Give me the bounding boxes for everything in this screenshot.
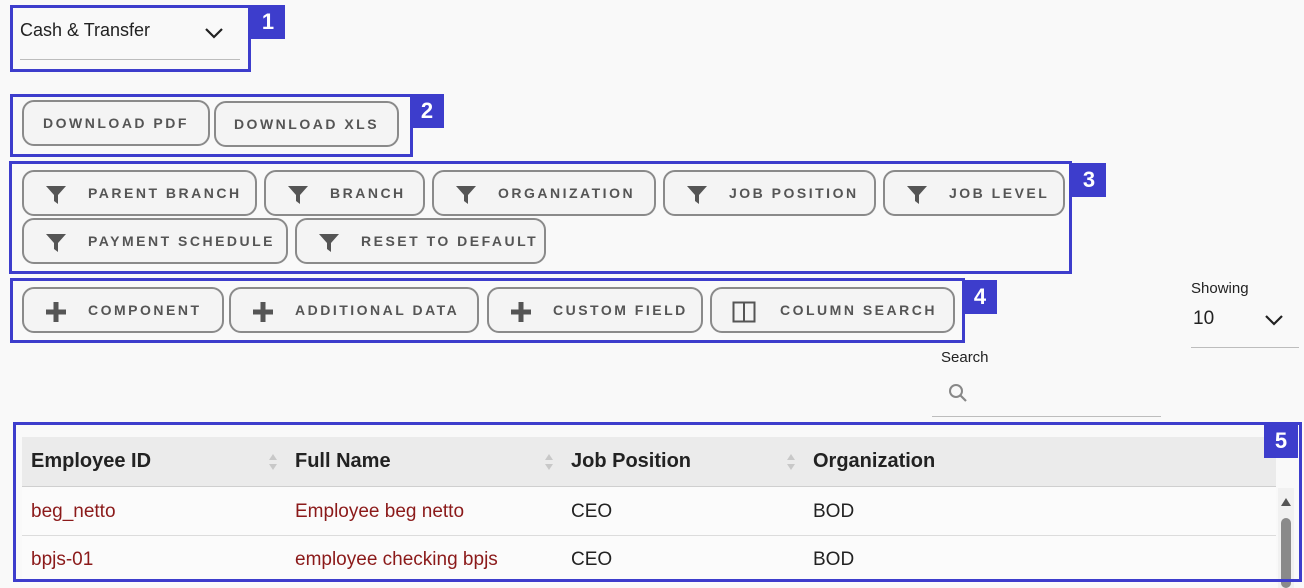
filter-icon bbox=[46, 234, 66, 252]
payroll-type-select[interactable]: Cash & Transfer bbox=[20, 18, 240, 60]
showing-label: Showing bbox=[1191, 280, 1249, 297]
annotation-badge-3: 3 bbox=[1072, 163, 1106, 197]
page-size-select[interactable]: 10 bbox=[1191, 300, 1299, 348]
filter-icon bbox=[907, 186, 927, 204]
payroll-type-value: Cash & Transfer bbox=[20, 20, 151, 40]
search-icon bbox=[949, 384, 967, 402]
plus-icon bbox=[253, 302, 273, 322]
filter-parent-branch-label: PARENT BRANCH bbox=[88, 185, 242, 201]
search-input[interactable] bbox=[976, 380, 1155, 408]
annotation-box-5 bbox=[13, 422, 1302, 582]
filter-payment-schedule-label: PAYMENT SCHEDULE bbox=[88, 233, 276, 249]
download-pdf-button[interactable]: DOWNLOAD PDF bbox=[22, 100, 210, 146]
search-underline bbox=[932, 416, 1161, 417]
additional-data-label: ADDITIONAL DATA bbox=[295, 302, 460, 318]
column-search-button[interactable]: COLUMN SEARCH bbox=[710, 287, 955, 333]
filter-job-position-button[interactable]: JOB POSITION bbox=[663, 170, 876, 216]
search-label: Search bbox=[941, 349, 989, 366]
filter-organization-label: ORGANIZATION bbox=[498, 185, 636, 201]
component-label: COMPONENT bbox=[88, 302, 202, 318]
select-underline bbox=[20, 59, 240, 60]
annotation-badge-4: 4 bbox=[963, 280, 997, 314]
chevron-down-icon bbox=[1265, 315, 1283, 326]
plus-icon bbox=[511, 302, 531, 322]
filter-icon bbox=[687, 186, 707, 204]
search-field[interactable] bbox=[932, 372, 1161, 417]
filter-job-level-button[interactable]: JOB LEVEL bbox=[883, 170, 1065, 216]
reset-to-default-button[interactable]: RESET TO DEFAULT bbox=[295, 218, 546, 264]
download-pdf-label: DOWNLOAD PDF bbox=[43, 115, 189, 131]
add-custom-field-button[interactable]: CUSTOM FIELD bbox=[487, 287, 703, 333]
download-xls-button[interactable]: DOWNLOAD XLS bbox=[214, 101, 399, 147]
page-size-value: 10 bbox=[1193, 308, 1215, 329]
filter-parent-branch-button[interactable]: PARENT BRANCH bbox=[22, 170, 257, 216]
download-xls-label: DOWNLOAD XLS bbox=[233, 116, 380, 132]
filter-job-position-label: JOB POSITION bbox=[729, 185, 859, 201]
annotation-badge-5: 5 bbox=[1264, 424, 1298, 458]
filter-icon bbox=[456, 186, 476, 204]
filter-payment-schedule-button[interactable]: PAYMENT SCHEDULE bbox=[22, 218, 288, 264]
chevron-down-icon bbox=[205, 28, 223, 39]
custom-field-label: CUSTOM FIELD bbox=[553, 302, 688, 318]
filter-icon bbox=[319, 234, 339, 252]
filter-organization-button[interactable]: ORGANIZATION bbox=[432, 170, 656, 216]
columns-icon bbox=[732, 301, 756, 323]
add-additional-data-button[interactable]: ADDITIONAL DATA bbox=[229, 287, 479, 333]
reset-to-default-label: RESET TO DEFAULT bbox=[361, 233, 539, 249]
column-search-label: COLUMN SEARCH bbox=[780, 302, 937, 318]
filter-icon bbox=[46, 186, 66, 204]
plus-icon bbox=[46, 302, 66, 322]
annotation-badge-1: 1 bbox=[251, 5, 285, 39]
filter-job-level-label: JOB LEVEL bbox=[949, 185, 1050, 201]
annotation-badge-2: 2 bbox=[410, 94, 444, 128]
filter-icon bbox=[288, 186, 308, 204]
filter-branch-button[interactable]: BRANCH bbox=[264, 170, 425, 216]
add-component-button[interactable]: COMPONENT bbox=[22, 287, 224, 333]
page-size-underline bbox=[1191, 347, 1299, 348]
filter-branch-label: BRANCH bbox=[330, 185, 406, 201]
